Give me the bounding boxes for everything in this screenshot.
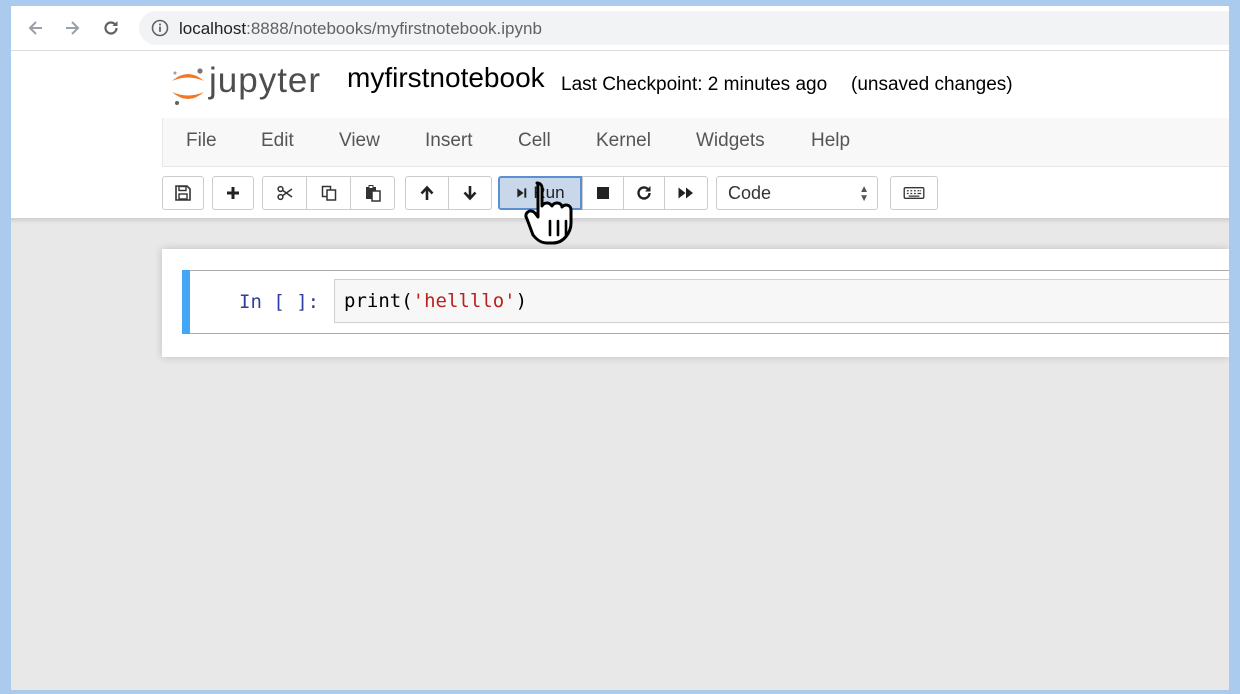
save-icon bbox=[175, 185, 191, 201]
cell-type-value: Code bbox=[728, 183, 772, 203]
forward-button[interactable] bbox=[59, 15, 85, 41]
restart-kernel-button[interactable] bbox=[623, 176, 665, 210]
code-suffix: ) bbox=[515, 290, 528, 312]
fast-forward-icon bbox=[678, 187, 693, 199]
menu-edit[interactable]: Edit bbox=[261, 130, 294, 152]
reload-button[interactable] bbox=[98, 15, 124, 41]
jupyter-logo-text: jupyter bbox=[209, 61, 322, 100]
back-button[interactable] bbox=[23, 15, 49, 41]
interrupt-button[interactable] bbox=[582, 176, 624, 210]
checkpoint-status: Last Checkpoint: 2 minutes ago bbox=[561, 74, 828, 95]
restart-run-all-button[interactable] bbox=[664, 176, 708, 210]
url-text[interactable]: localhost:8888/notebooks/myfirstnotebook… bbox=[179, 19, 542, 39]
cut-button[interactable] bbox=[262, 176, 307, 210]
stop-icon bbox=[597, 187, 609, 199]
menu-help[interactable]: Help bbox=[811, 130, 850, 152]
step-forward-icon bbox=[517, 188, 527, 198]
input-prompt: In [ ]: bbox=[239, 291, 320, 313]
browser-window: localhost:8888/notebooks/myfirstnotebook… bbox=[11, 6, 1229, 690]
header-shadow bbox=[11, 218, 1229, 224]
menu-cell[interactable]: Cell bbox=[518, 130, 551, 152]
plus-icon bbox=[227, 187, 239, 199]
move-down-button[interactable] bbox=[448, 176, 492, 210]
arrow-up-icon bbox=[420, 185, 434, 200]
code-editor[interactable]: print('hellllo') bbox=[334, 279, 1229, 323]
info-icon[interactable] bbox=[151, 19, 169, 37]
copy-icon bbox=[321, 185, 336, 201]
insert-cell-button[interactable] bbox=[212, 176, 254, 210]
paste-button[interactable] bbox=[350, 176, 395, 210]
menu-view[interactable]: View bbox=[339, 130, 380, 152]
arrow-right-icon bbox=[66, 21, 80, 35]
selected-cell-indicator bbox=[182, 270, 190, 334]
autosave-status: (unsaved changes) bbox=[851, 74, 1013, 95]
menu-widgets[interactable]: Widgets bbox=[696, 130, 765, 152]
url-path: :8888/notebooks/myfirstnotebook.ipynb bbox=[246, 19, 542, 38]
select-caret-icon: ▲ ▼ bbox=[859, 184, 869, 204]
move-up-button[interactable] bbox=[405, 176, 449, 210]
menu-file[interactable]: File bbox=[186, 130, 217, 152]
reload-icon bbox=[104, 21, 118, 35]
address-bar[interactable]: localhost:8888/notebooks/myfirstnotebook… bbox=[139, 11, 1229, 45]
code-prefix: print( bbox=[344, 290, 413, 312]
run-button-label: Run bbox=[533, 183, 565, 202]
copy-button[interactable] bbox=[306, 176, 351, 210]
menu-kernel[interactable]: Kernel bbox=[596, 130, 651, 152]
restart-icon bbox=[637, 186, 651, 200]
keyboard-icon bbox=[903, 187, 925, 199]
arrow-left-icon bbox=[28, 21, 42, 35]
menubar: File Edit View Insert Cell Kernel Widget… bbox=[162, 118, 1229, 167]
url-host: localhost bbox=[179, 19, 247, 38]
menu-toolbar-area: File Edit View Insert Cell Kernel Widget… bbox=[11, 118, 1229, 218]
code-cell[interactable]: In [ ]: print('hellllo') bbox=[182, 270, 1229, 334]
command-palette-button[interactable] bbox=[890, 176, 938, 210]
notebook-name[interactable]: myfirstnotebook bbox=[347, 62, 545, 94]
arrow-down-icon bbox=[463, 186, 477, 201]
save-button[interactable] bbox=[162, 176, 204, 210]
menu-insert[interactable]: Insert bbox=[425, 130, 473, 152]
cell-type-select[interactable]: Code ▲ ▼ bbox=[716, 176, 878, 210]
notebook-container: In [ ]: print('hellllo') bbox=[162, 249, 1229, 357]
scissors-icon bbox=[276, 185, 292, 201]
run-button[interactable]: Run bbox=[498, 176, 582, 210]
browser-toolbar: localhost:8888/notebooks/myfirstnotebook… bbox=[11, 6, 1229, 51]
code-text: print('hellllo') bbox=[344, 290, 527, 312]
notebook-header: jupyter myfirstnotebook Last Checkpoint:… bbox=[11, 51, 1229, 119]
paste-icon bbox=[365, 185, 381, 202]
code-string: 'hellllo' bbox=[412, 290, 516, 312]
jupyter-logo-icon[interactable] bbox=[167, 65, 209, 107]
